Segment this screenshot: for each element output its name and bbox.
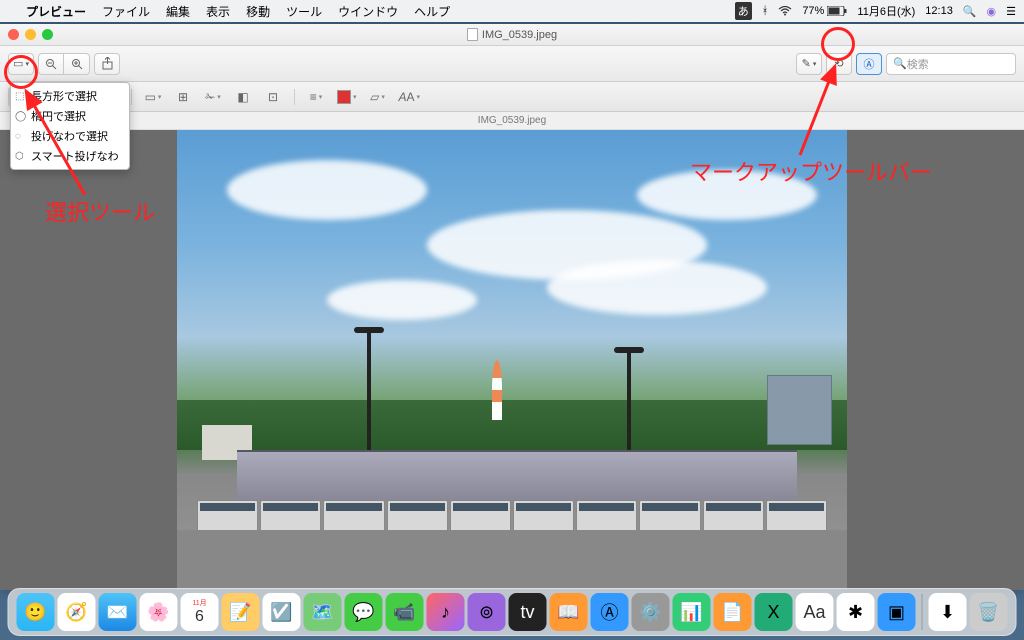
window-title: IMG_0539.jpeg (482, 29, 557, 41)
photo-content (177, 130, 847, 590)
main-toolbar: ▭▾ ✎▾ ⟲ Ⓐ 🔍 検索 (0, 46, 1024, 82)
ime-indicator[interactable]: あ (735, 2, 752, 20)
search-field[interactable]: 🔍 検索 (886, 53, 1016, 75)
rotate-button[interactable]: ⟲ (826, 53, 852, 75)
dock-notes[interactable]: 📝 (222, 593, 260, 631)
dock-tv[interactable]: tv (509, 593, 547, 631)
share-button[interactable] (94, 53, 120, 75)
highlight-button[interactable]: ✎▾ (796, 53, 822, 75)
bluetooth-icon[interactable]: ᚼ (762, 5, 769, 17)
adjust-size-tool[interactable]: ⊡ (261, 87, 285, 107)
dock-messages[interactable]: 💬 (345, 593, 383, 631)
menu-tools[interactable]: ツール (278, 3, 330, 20)
select-lasso[interactable]: ◌投げなわで選択 (11, 126, 129, 146)
dock-excel[interactable]: X (755, 593, 793, 631)
file-icon (467, 28, 478, 41)
line-style-tool[interactable]: ≡▾ (304, 87, 328, 107)
preview-window: IMG_0539.jpeg ▭▾ ✎▾ ⟲ Ⓐ 🔍 検索 ⛶▾ ✦ 〰 ✎ ▭▾… (0, 24, 1024, 590)
dock-mail[interactable]: ✉️ (99, 593, 137, 631)
dock-reminders[interactable]: ☑️ (263, 593, 301, 631)
sign-tool[interactable]: ✁▾ (201, 87, 225, 107)
menu-view[interactable]: 表示 (198, 3, 238, 20)
dock-maps[interactable]: 🗺️ (304, 593, 342, 631)
menu-file[interactable]: ファイル (94, 3, 158, 20)
dock-numbers[interactable]: 📊 (673, 593, 711, 631)
sidebar-toggle[interactable]: ▭▾ (8, 53, 34, 75)
dock-downloads[interactable]: ⬇ (929, 593, 967, 631)
zoom-out-button[interactable] (38, 53, 64, 75)
dock-photos[interactable]: 🌸 (140, 593, 178, 631)
wifi-icon[interactable] (778, 6, 792, 16)
menubar-right: あ ᚼ 77% 11月6日(水) 12:13 🔍 ◉ ☰ (735, 2, 1016, 20)
text-style-tool[interactable]: AA▾ (396, 87, 424, 107)
menu-edit[interactable]: 編集 (158, 3, 198, 20)
image-canvas[interactable] (0, 130, 1024, 590)
dock-facetime[interactable]: 📹 (386, 593, 424, 631)
dock-appstore[interactable]: Ⓐ (591, 593, 629, 631)
document-subtitle: IMG_0539.jpeg (0, 112, 1024, 130)
titlebar[interactable]: IMG_0539.jpeg (0, 24, 1024, 46)
border-color-tool[interactable]: ▾ (334, 87, 360, 107)
zoom-button[interactable] (42, 29, 53, 40)
traffic-lights (8, 29, 53, 40)
dock-books[interactable]: 📖 (550, 593, 588, 631)
dock-calendar[interactable]: 11月6 (181, 593, 219, 631)
markup-toolbar-button[interactable]: Ⓐ (856, 53, 882, 75)
dock-settings[interactable]: ⚙️ (632, 593, 670, 631)
select-rectangle[interactable]: ⬚長方形で選択 (11, 86, 129, 106)
shapes-tool[interactable]: ▭▾ (141, 87, 165, 107)
minimize-button[interactable] (25, 29, 36, 40)
dock-dictionary[interactable]: Aa (796, 593, 834, 631)
dock-finder[interactable]: 🙂 (17, 593, 55, 631)
adjust-color-tool[interactable]: ◧ (231, 87, 255, 107)
dock-safari[interactable]: 🧭 (58, 593, 96, 631)
date-display[interactable]: 11月6日(水) (857, 3, 915, 19)
menu-window[interactable]: ウインドウ (330, 3, 406, 20)
app-menu[interactable]: プレビュー (18, 3, 94, 20)
siri-icon[interactable]: ◉ (987, 5, 997, 18)
close-button[interactable] (8, 29, 19, 40)
menubar: プレビュー ファイル 編集 表示 移動 ツール ウインドウ ヘルプ あ ᚼ 77… (0, 0, 1024, 22)
notification-center-icon[interactable]: ☰ (1006, 5, 1016, 18)
dock-zoom[interactable]: ▣ (878, 593, 916, 631)
select-ellipse[interactable]: ◯楕円で選択 (11, 106, 129, 126)
spotlight-icon[interactable]: 🔍 (963, 5, 977, 18)
selection-tool-menu: ⬚長方形で選択 ◯楕円で選択 ◌投げなわで選択 ⬡スマート投げなわ (10, 82, 130, 170)
zoom-in-button[interactable] (64, 53, 90, 75)
time-display[interactable]: 12:13 (925, 5, 953, 17)
text-tool[interactable]: ⊞ (171, 87, 195, 107)
dock-slack[interactable]: ✱ (837, 593, 875, 631)
dock-trash[interactable]: 🗑️ (970, 593, 1008, 631)
select-smart-lasso[interactable]: ⬡スマート投げなわ (11, 146, 129, 166)
dock: 🙂 🧭 ✉️ 🌸 11月6 📝 ☑️ 🗺️ 💬 📹 ♪ ⊚ tv 📖 Ⓐ ⚙️ … (8, 588, 1017, 636)
menu-help[interactable]: ヘルプ (406, 3, 458, 20)
fill-color-tool[interactable]: ▱▾ (366, 87, 390, 107)
markup-toolbar: ⛶▾ ✦ 〰 ✎ ▭▾ ⊞ ✁▾ ◧ ⊡ ≡▾ ▾ ▱▾ AA▾ (0, 82, 1024, 112)
menu-go[interactable]: 移動 (238, 3, 278, 20)
battery-indicator[interactable]: 77% (802, 5, 847, 17)
dock-music[interactable]: ♪ (427, 593, 465, 631)
dock-podcasts[interactable]: ⊚ (468, 593, 506, 631)
dock-pages[interactable]: 📄 (714, 593, 752, 631)
